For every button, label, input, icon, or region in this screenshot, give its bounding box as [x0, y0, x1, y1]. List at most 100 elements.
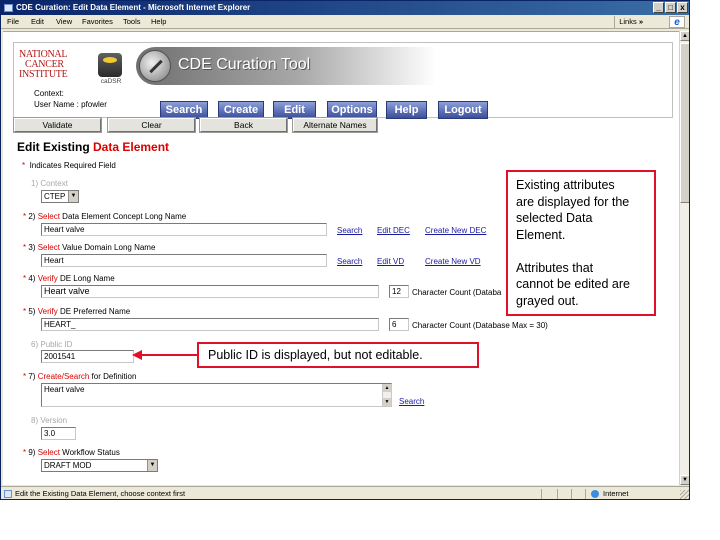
page-status-icon	[4, 490, 12, 498]
long-name-char-count: 12	[389, 285, 409, 298]
field-number: 1)	[31, 179, 39, 188]
menu-help[interactable]: Help	[151, 15, 166, 29]
page-title-highlight: Data Element	[93, 140, 170, 154]
minimize-button[interactable]: _	[653, 2, 664, 13]
nci-logo-line: INSTITUTE	[19, 69, 68, 80]
nav-edit-button[interactable]: Edit	[273, 101, 316, 119]
dec-field-label: * 2) Select Data Element Concept Long Na…	[23, 212, 186, 221]
internet-zone-icon	[591, 490, 599, 498]
nav-create-button[interactable]: Create	[218, 101, 264, 119]
scroll-down-icon[interactable]: ▼	[680, 475, 689, 485]
field-number: 2)	[28, 212, 36, 221]
de-preferred-name-input[interactable]: HEART_	[41, 318, 379, 331]
scrollbar-thumb[interactable]	[680, 43, 689, 203]
required-asterisk: *	[23, 212, 27, 221]
links-label: Links	[619, 17, 637, 26]
ie-page-icon	[4, 4, 13, 12]
close-button[interactable]: x	[677, 2, 688, 13]
vd-field-label: * 3) Select Value Domain Long Name	[23, 243, 155, 252]
create-new-vd-link[interactable]: Create New VD	[425, 257, 481, 266]
field-label-text: Workflow Status	[59, 448, 120, 457]
definition-textarea[interactable]: Heart valve ▲ ▼	[41, 383, 392, 407]
public-id-callout: Public ID is displayed, but not editable…	[197, 342, 479, 368]
menu-file[interactable]: File	[7, 15, 19, 29]
workflow-value: DRAFT MOD	[44, 461, 92, 470]
textarea-scrollbar[interactable]: ▲ ▼	[382, 384, 391, 406]
edit-dec-link[interactable]: Edit DEC	[377, 226, 410, 235]
definition-search-link[interactable]: Search	[399, 397, 424, 406]
nav-search-button[interactable]: Search	[160, 101, 208, 119]
clear-button[interactable]: Clear	[107, 117, 196, 133]
field-number: 9)	[28, 448, 36, 457]
field-label-text: Data Element Concept Long Name	[59, 212, 187, 221]
field-label-text: Public ID	[40, 340, 73, 349]
page-title-prefix: Edit Existing	[17, 140, 94, 154]
callout-line: Existing attributes	[516, 178, 615, 192]
user-name-label: User Name : pfowler	[34, 100, 107, 109]
scroll-up-icon[interactable]: ▲	[680, 31, 689, 41]
back-button[interactable]: Back	[199, 117, 288, 133]
context-select[interactable]: CTEP ▼	[41, 190, 79, 203]
nav-logout-button[interactable]: Logout	[438, 101, 488, 119]
required-asterisk: *	[23, 307, 27, 316]
field-verb: Verify	[37, 274, 58, 283]
field-label-text: DE Long Name	[57, 274, 115, 283]
required-asterisk: *	[23, 274, 27, 283]
required-asterisk: *	[23, 372, 27, 381]
workflow-status-select[interactable]: DRAFT MOD ▼	[41, 459, 158, 472]
tool-header: CDE Curation Tool	[136, 47, 436, 85]
nav-help-button[interactable]: Help	[386, 101, 427, 119]
vd-long-name-input[interactable]: Heart	[41, 254, 327, 267]
field-verb: Create/Search	[37, 372, 90, 381]
de-long-name-input[interactable]: Heart valve	[41, 285, 379, 298]
menu-favorites[interactable]: Favorites	[82, 15, 113, 29]
title-bar: CDE Curation: Edit Data Element - Micros…	[1, 1, 689, 15]
callout-line: Attributes that	[516, 260, 594, 275]
cadsr-logo: caDSR	[96, 53, 126, 89]
menu-view[interactable]: View	[56, 15, 72, 29]
callout-line: grayed out.	[516, 293, 579, 308]
field-label-text: Version	[40, 416, 68, 425]
resize-grip[interactable]	[680, 490, 689, 499]
status-text: Edit the Existing Data Element, choose c…	[15, 489, 186, 498]
cadsr-label: caDSR	[100, 78, 122, 85]
field-label-text: DE Preferred Name	[57, 307, 131, 316]
callout-line: Element.	[516, 227, 566, 242]
field-verb: Select	[37, 212, 60, 221]
dec-search-link[interactable]: Search	[337, 226, 362, 235]
links-toolbar[interactable]: Links »	[614, 16, 643, 28]
nav-options-button[interactable]: Options	[327, 101, 377, 119]
chevron-down-icon: ▼	[68, 191, 78, 202]
status-divider	[585, 489, 586, 499]
window-title: CDE Curation: Edit Data Element - Micros…	[16, 3, 251, 12]
menu-edit[interactable]: Edit	[31, 15, 44, 29]
database-icon-top	[103, 57, 117, 63]
field-label-text: for Definition	[89, 372, 137, 381]
chevron-icon: »	[638, 17, 643, 26]
security-zone-label: Internet	[603, 489, 629, 498]
long-name-count-label: Character Count (Databa	[412, 288, 502, 297]
callout-line: are displayed for the	[516, 194, 630, 209]
required-asterisk: *	[22, 161, 26, 170]
status-divider	[541, 489, 542, 499]
maximize-button[interactable]: □	[665, 2, 676, 13]
status-divider	[571, 489, 572, 499]
public-id-field-label: 6) Public ID	[31, 340, 72, 349]
scroll-up-icon[interactable]: ▲	[383, 384, 391, 392]
version-field-label: 8) Version	[31, 416, 67, 425]
edit-vd-link[interactable]: Edit VD	[377, 257, 404, 266]
nci-logo: NATIONAL CANCER INSTITUTE	[19, 50, 83, 82]
callout-line: cannot be edited are	[516, 277, 630, 291]
create-new-dec-link[interactable]: Create New DEC	[425, 226, 486, 235]
scroll-down-icon[interactable]: ▼	[383, 398, 391, 406]
validate-button[interactable]: Validate	[13, 117, 102, 133]
menu-tools[interactable]: Tools	[123, 15, 141, 29]
required-note: * Indicates Required Field	[22, 161, 116, 170]
version-field: 3.0	[41, 427, 76, 440]
page-scrollbar[interactable]: ▲ ▼	[679, 31, 689, 485]
vd-search-link[interactable]: Search	[337, 257, 362, 266]
field-verb: Select	[37, 243, 60, 252]
alternate-names-button[interactable]: Alternate Names	[292, 117, 378, 133]
field-verb: Select	[37, 448, 60, 457]
dec-long-name-input[interactable]: Heart valve	[41, 223, 327, 236]
